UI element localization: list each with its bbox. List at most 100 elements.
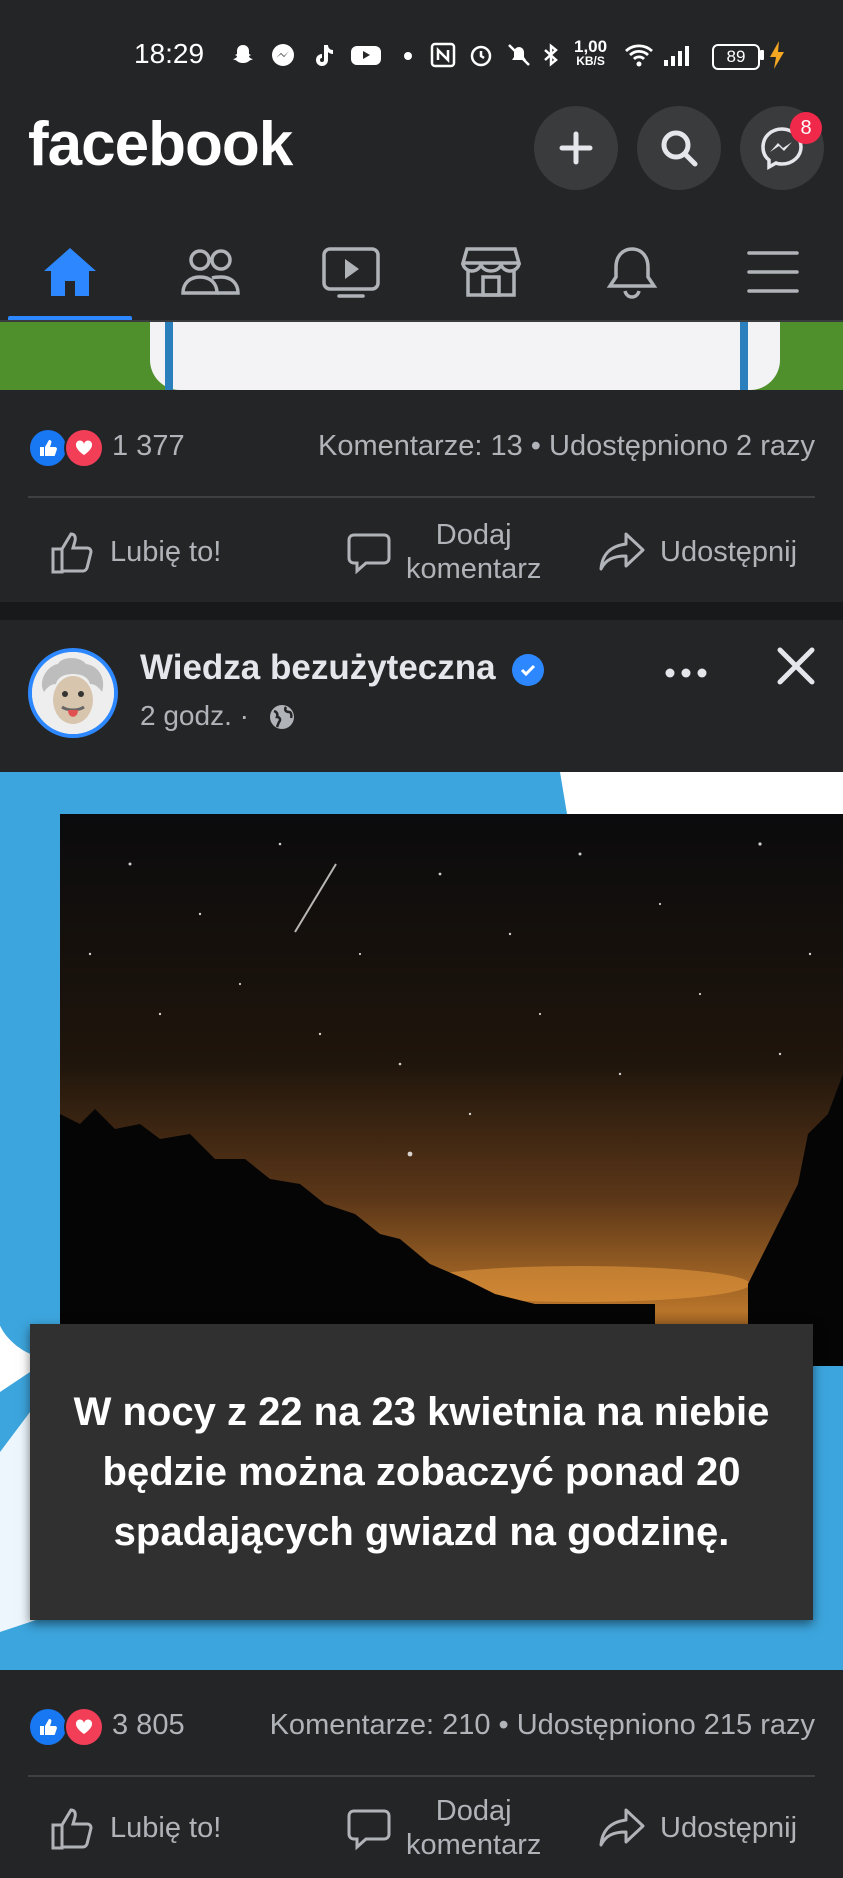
comment-label-line2: komentarz	[406, 553, 542, 585]
tab-marketplace[interactable]	[421, 222, 561, 322]
tab-notifications[interactable]	[562, 222, 702, 322]
like-button[interactable]: Lubię to!	[50, 502, 221, 602]
like-button[interactable]: Lubię to!	[50, 1778, 221, 1878]
love-reaction-icon	[64, 428, 104, 468]
post2-stats: 3 805 Komentarze: 210 • Udostępniono 215…	[0, 1697, 843, 1753]
comment-button[interactable]: Dodaj komentarz	[346, 1778, 541, 1878]
post1-stats: 1 377 Komentarze: 13 • Udostępniono 2 ra…	[0, 418, 843, 474]
post1-actions: Lubię to! Dodaj komentarz Udostępnij	[0, 502, 843, 602]
post2-image[interactable]: W nocy z 22 na 23 kwietnia na niebie będ…	[0, 772, 843, 1670]
tab-friends[interactable]	[140, 222, 280, 322]
marketplace-icon	[461, 247, 521, 297]
night-sky-photo	[60, 814, 843, 1366]
nav-tabs	[0, 222, 843, 322]
home-icon	[44, 248, 96, 296]
image-caption: W nocy z 22 na 23 kwietnia na niebie będ…	[73, 1390, 770, 1554]
reaction-icons[interactable]	[28, 1707, 104, 1747]
share-icon	[599, 1808, 645, 1847]
signal-icon	[662, 42, 692, 68]
net-speed-value: 1,00	[574, 37, 608, 56]
dot-separator: •	[530, 430, 549, 462]
reaction-count[interactable]: 3 805	[112, 1709, 185, 1742]
messenger-badge: 8	[790, 112, 822, 144]
tab-menu[interactable]	[703, 222, 843, 322]
verified-icon	[512, 654, 544, 686]
bluetooth-icon	[542, 42, 560, 68]
einstein-avatar-icon	[32, 652, 114, 734]
globe-icon	[268, 703, 296, 736]
comments-count[interactable]: Komentarze: 210	[270, 1709, 491, 1741]
menu-icon	[747, 251, 799, 293]
comment-label-line1: Dodaj	[435, 1795, 512, 1827]
battery-tip	[760, 50, 764, 60]
comment-icon	[347, 533, 391, 575]
comment-label-line1: Dodaj	[435, 519, 512, 551]
post2-time[interactable]: 2 godz. ·	[140, 700, 249, 732]
share-label: Udostępnij	[660, 535, 798, 568]
comment-label-line2: komentarz	[406, 1829, 542, 1861]
like-label: Lubię to!	[110, 1811, 222, 1844]
more-dots-icon	[665, 668, 707, 678]
alarm-icon	[468, 42, 494, 68]
thumbs-up-icon	[51, 532, 93, 574]
wifi-icon	[624, 42, 654, 68]
bell-icon	[606, 247, 658, 299]
reaction-icons[interactable]	[28, 428, 104, 468]
status-time: 18:29	[134, 38, 205, 69]
post2-avatar[interactable]	[28, 648, 118, 738]
post-separator	[0, 602, 843, 620]
comment-icon	[347, 1809, 391, 1851]
charging-icon	[768, 40, 786, 77]
like-reaction-icon	[28, 1707, 68, 1747]
shares-count[interactable]: Udostępniono 215 razy	[517, 1709, 815, 1741]
post1-image[interactable]	[0, 322, 843, 390]
image-caption-box: W nocy z 22 na 23 kwietnia na niebie będ…	[30, 1324, 813, 1620]
dot-icon	[400, 42, 416, 68]
friends-icon	[181, 249, 240, 295]
status-bar: 18:29 1,00 KB/S 89	[0, 0, 843, 110]
comments-shares[interactable]: Komentarze: 210 • Udostępniono 215 razy	[270, 1709, 815, 1742]
nfc-icon	[430, 42, 456, 68]
love-reaction-icon	[64, 1707, 104, 1747]
plus-icon	[559, 131, 593, 165]
hide-post-button[interactable]	[775, 645, 817, 692]
net-speed: 1,00 KB/S	[574, 37, 608, 68]
post2-actions: Lubię to! Dodaj komentarz Udostępnij	[0, 1778, 843, 1875]
like-reaction-icon	[28, 428, 68, 468]
shares-count[interactable]: Udostępniono 2 razy	[549, 430, 815, 462]
facebook-logo[interactable]: facebook	[28, 110, 293, 180]
comment-button[interactable]: Dodaj komentarz	[346, 502, 541, 602]
search-icon	[661, 130, 698, 167]
reaction-count[interactable]: 1 377	[112, 430, 185, 463]
actions-divider	[28, 1775, 815, 1777]
tiktok-icon	[310, 42, 336, 68]
net-speed-unit: KB/S	[576, 54, 605, 68]
battery-level: 89	[726, 47, 746, 66]
dot-separator: •	[498, 1709, 517, 1741]
post-time-text: 2 godz.	[140, 700, 232, 731]
youtube-icon	[350, 42, 382, 68]
battery-icon: 89	[712, 44, 760, 70]
create-button[interactable]	[534, 106, 618, 190]
watch-icon	[322, 247, 380, 298]
more-options-button[interactable]	[664, 648, 708, 693]
comments-shares[interactable]: Komentarze: 13 • Udostępniono 2 razy	[318, 430, 815, 463]
comment-label: Dodaj komentarz	[406, 518, 541, 586]
search-button[interactable]	[637, 106, 721, 190]
share-button[interactable]: Udostępnij	[598, 502, 797, 602]
snapchat-icon	[230, 42, 256, 68]
like-label: Lubię to!	[110, 535, 222, 568]
comment-label: Dodaj komentarz	[406, 1794, 541, 1862]
time-separator: ·	[239, 700, 249, 731]
post2-author[interactable]: Wiedza bezużyteczna	[140, 648, 496, 688]
messenger-icon	[270, 42, 296, 68]
thumbs-up-icon	[51, 1808, 93, 1850]
share-icon	[599, 532, 645, 571]
comments-count[interactable]: Komentarze: 13	[318, 430, 523, 462]
tab-watch[interactable]	[281, 222, 421, 322]
mute-icon	[506, 42, 532, 68]
share-label: Udostępnij	[660, 1811, 798, 1844]
share-button[interactable]: Udostępnij	[598, 1778, 797, 1878]
tab-home[interactable]	[0, 222, 140, 322]
close-icon	[777, 647, 815, 685]
